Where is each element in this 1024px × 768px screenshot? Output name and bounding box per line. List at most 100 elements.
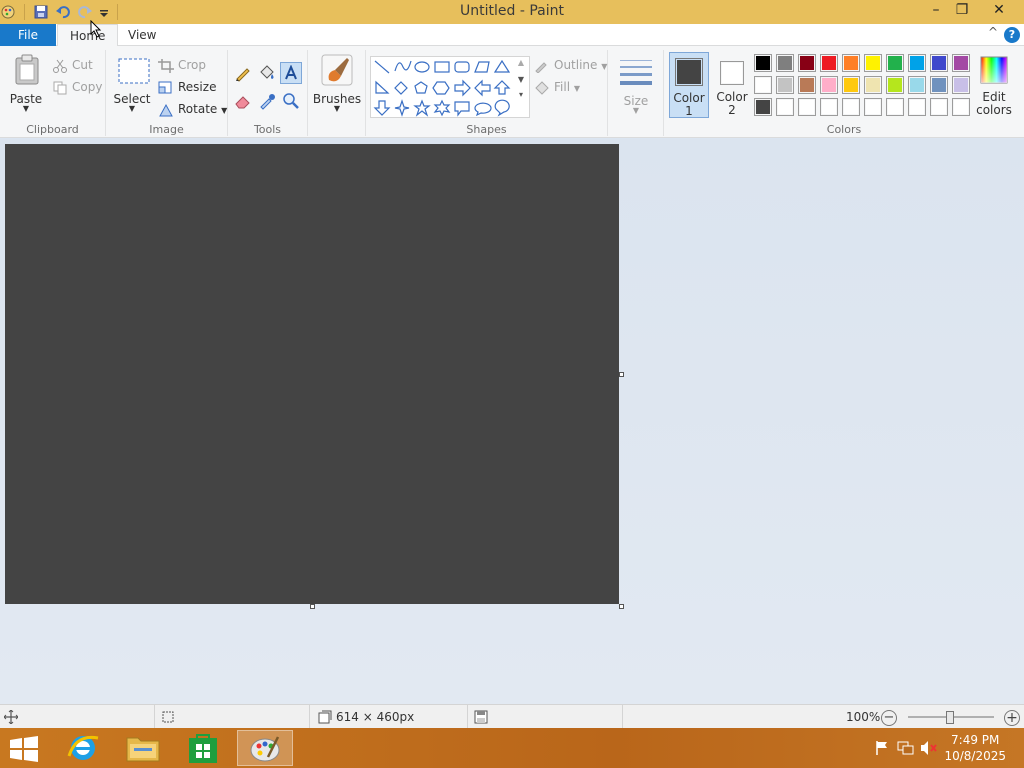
palette-swatch[interactable] [930,98,948,116]
palette-swatch[interactable] [776,98,794,116]
palette-swatch[interactable] [798,54,816,72]
scroll-down-icon[interactable]: ▼ [514,75,528,84]
minimize-button[interactable]: – [922,0,950,22]
shapes-scroll[interactable]: ▲ ▼ ▾ [514,56,528,118]
palette-swatch[interactable] [776,54,794,72]
colors-group-label: Colors [826,123,862,136]
tab-view[interactable]: View [116,24,168,47]
palette-swatch[interactable] [798,98,816,116]
five-point-star-shape-icon [413,99,431,117]
zoom-slider-thumb[interactable] [946,711,954,724]
oval-callout-shape-icon [474,102,492,117]
palette-swatch[interactable] [864,54,882,72]
disk-icon [474,710,488,724]
palette-swatch[interactable] [930,76,948,94]
chevron-down-icon: ▼ [333,104,341,113]
select-button[interactable]: Select ▼ [110,50,154,116]
rounded-callout-shape-icon [454,101,470,117]
cursor-position-icon [4,710,18,724]
brushes-button[interactable]: Brushes ▼ [312,50,362,116]
magnifier-icon[interactable] [282,92,300,110]
size-button[interactable]: Size ▼ [616,54,656,116]
action-center-flag-icon[interactable] [874,740,890,756]
palette-swatch[interactable] [820,54,838,72]
cut-button[interactable]: Cut [52,58,93,76]
tab-file[interactable]: File [0,24,56,47]
palette-swatch[interactable] [798,76,816,94]
zoom-in-button[interactable]: + [1004,710,1020,726]
taskbar-file-explorer[interactable] [116,730,172,766]
resize-icon [158,81,172,93]
palette-swatch[interactable] [886,54,904,72]
windows-start-icon[interactable] [10,736,38,762]
palette-swatch[interactable] [864,76,882,94]
edit-colors-button[interactable]: Edit colors [972,52,1016,118]
crop-icon [158,58,174,73]
tab-home[interactable]: Home [57,24,119,47]
fill-bucket-icon[interactable] [258,64,276,82]
drawing-canvas[interactable] [5,144,619,604]
zoom-out-button[interactable]: − [881,710,897,726]
resize-button[interactable]: Resize [158,80,216,98]
palette-swatch-color [822,78,836,92]
canvas-size-icon [318,710,332,724]
palette-swatch[interactable] [908,98,926,116]
edit-colors-label-line2: colors [976,103,1012,117]
palette-swatch[interactable] [754,98,772,116]
palette-swatch[interactable] [952,76,970,94]
palette-swatch[interactable] [820,76,838,94]
canvas-resize-handle-bottom[interactable] [310,604,315,609]
copy-button[interactable]: Copy [52,80,102,98]
palette-swatch[interactable] [930,54,948,72]
pencil-icon[interactable] [234,64,252,82]
eraser-icon[interactable] [234,92,252,110]
paste-button[interactable]: Paste ▼ [4,50,48,116]
gallery-expand-icon[interactable]: ▾ [514,90,528,99]
four-point-star-shape-icon [394,99,410,117]
line-shape-icon [374,60,390,74]
color-picker-icon[interactable] [258,92,276,110]
palette-swatch[interactable] [776,76,794,94]
taskbar-paint[interactable] [237,730,293,766]
polygon-shape-icon [474,61,490,73]
image-group-label: Image [149,123,184,136]
palette-swatch[interactable] [842,76,860,94]
paint-palette-icon [250,736,280,762]
palette-swatch[interactable] [864,98,882,116]
text-icon [285,65,297,80]
collapse-ribbon-button[interactable]: ^ [988,25,998,39]
canvas-resize-handle-right[interactable] [619,372,624,377]
taskbar-internet-explorer[interactable] [56,730,112,766]
text-tool-button[interactable] [280,62,302,84]
size-line-icon [620,66,652,68]
color1-button[interactable]: Color 1 [669,52,709,118]
palette-swatch[interactable] [886,98,904,116]
taskbar-store[interactable] [176,730,232,766]
palette-swatch[interactable] [754,76,772,94]
canvas-resize-handle-corner[interactable] [619,604,624,609]
palette-swatch[interactable] [908,76,926,94]
palette-swatch[interactable] [908,54,926,72]
color2-button[interactable]: Color 2 [712,52,752,118]
scroll-up-icon[interactable]: ▲ [514,58,528,67]
color1-label-line2: 1 [685,104,693,118]
palette-swatch[interactable] [754,54,772,72]
crop-button[interactable]: Crop [158,58,206,76]
taskbar-clock[interactable]: 7:49 PM 10/8/2025 [944,732,1006,764]
palette-swatch[interactable] [842,54,860,72]
palette-swatch[interactable] [842,98,860,116]
folder-icon [126,737,160,762]
outline-brush-icon [535,61,547,73]
help-button[interactable]: ? [1004,27,1020,43]
palette-swatch[interactable] [820,98,838,116]
palette-swatch[interactable] [952,98,970,116]
palette-swatch[interactable] [952,54,970,72]
outline-button[interactable]: Outline ▼ [534,58,607,76]
fill-button[interactable]: Fill ▼ [534,80,580,98]
network-icon[interactable] [897,740,915,756]
close-button[interactable]: ✕ [976,0,1022,22]
rotate-button[interactable]: Rotate ▼ [158,102,227,120]
palette-swatch[interactable] [886,76,904,94]
volume-muted-icon[interactable] [920,740,938,756]
restore-button[interactable]: ❐ [948,0,976,22]
